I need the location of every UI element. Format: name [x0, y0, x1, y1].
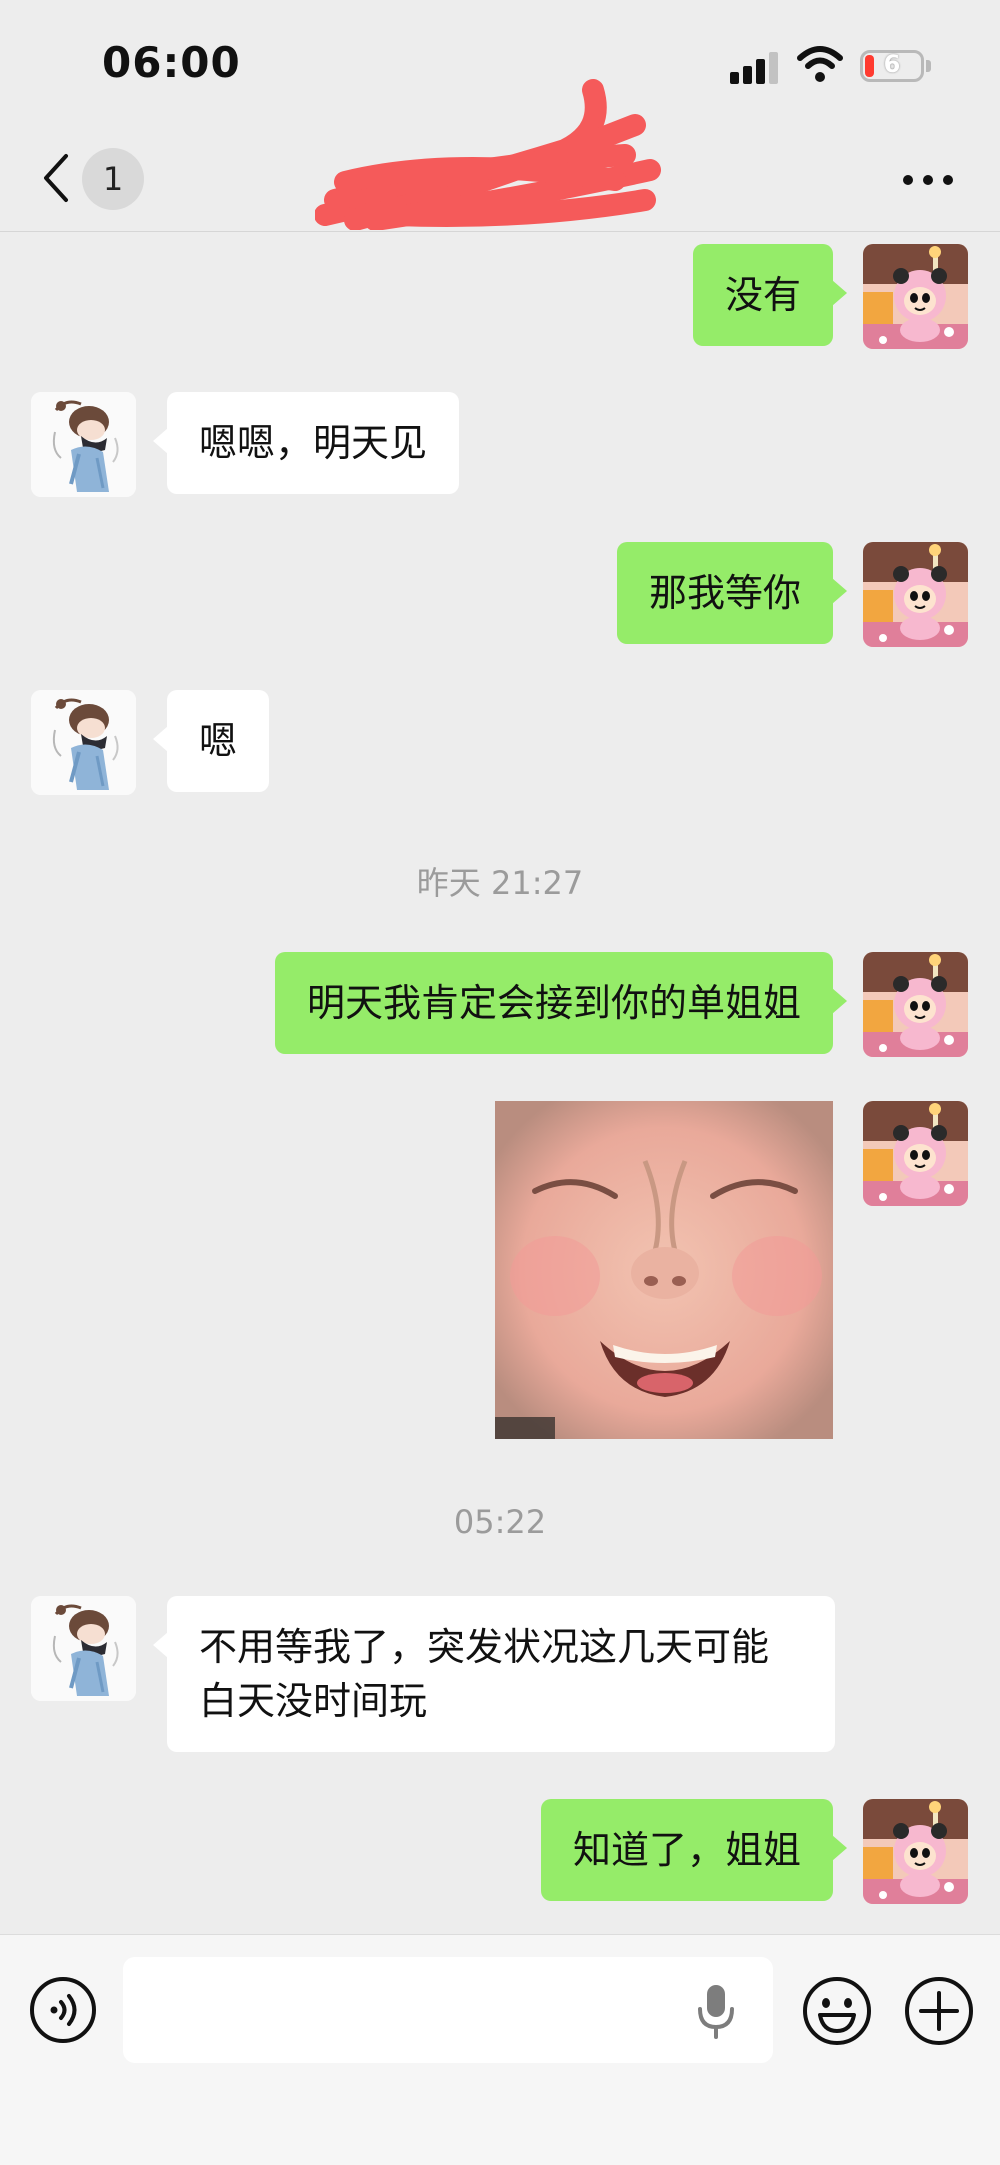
chat-input-bar [0, 1934, 1000, 2165]
timestamp: 昨天 21:27 [416, 864, 584, 902]
message-list[interactable]: 没有 嗯嗯，明天见 那我等你 嗯 昨天 21:27 明天我肯定会接到你的单姐姐 [0, 232, 1000, 1934]
chevron-left-icon[interactable] [36, 150, 76, 206]
message-input[interactable] [123, 1957, 773, 2063]
contact-avatar[interactable] [31, 1596, 136, 1701]
my-avatar[interactable] [863, 542, 968, 647]
my-message-bubble[interactable]: 明天我肯定会接到你的单姐姐 [274, 952, 848, 1054]
my-message-bubble[interactable]: 知道了，姐姐 [540, 1799, 848, 1901]
status-time: 06:00 [102, 38, 241, 87]
sticker-image[interactable] [495, 1101, 833, 1439]
wifi-icon [797, 46, 843, 82]
cellular-signal-icon [730, 50, 780, 84]
my-avatar[interactable] [863, 244, 968, 349]
my-avatar[interactable] [863, 952, 968, 1057]
my-avatar[interactable] [863, 1101, 968, 1206]
unread-count-badge[interactable]: 1 [82, 148, 144, 210]
battery-nub [926, 60, 931, 72]
my-avatar[interactable] [863, 1799, 968, 1904]
battery-icon: 6 [860, 50, 924, 82]
contact-message-bubble[interactable]: 嗯嗯，明天见 [152, 392, 460, 494]
voice-mode-icon[interactable] [28, 1975, 98, 2045]
title-redaction-scribble [315, 79, 661, 230]
timestamp: 05:22 [453, 1503, 547, 1541]
contact-avatar[interactable] [31, 690, 136, 795]
microphone-icon[interactable] [696, 1981, 736, 2041]
add-icon[interactable] [903, 1975, 975, 2047]
battery-level: 6 [883, 50, 901, 78]
my-message-bubble[interactable]: 没有 [692, 244, 848, 346]
contact-avatar[interactable] [31, 392, 136, 497]
my-message-bubble[interactable]: 那我等你 [616, 542, 848, 644]
contact-message-bubble[interactable]: 不用等我了，突发状况这几天可能白天没时间玩 [153, 1596, 835, 1752]
emoji-icon[interactable] [801, 1975, 873, 2047]
more-dots-icon[interactable] [902, 170, 954, 190]
contact-message-bubble[interactable]: 嗯 [152, 690, 270, 792]
